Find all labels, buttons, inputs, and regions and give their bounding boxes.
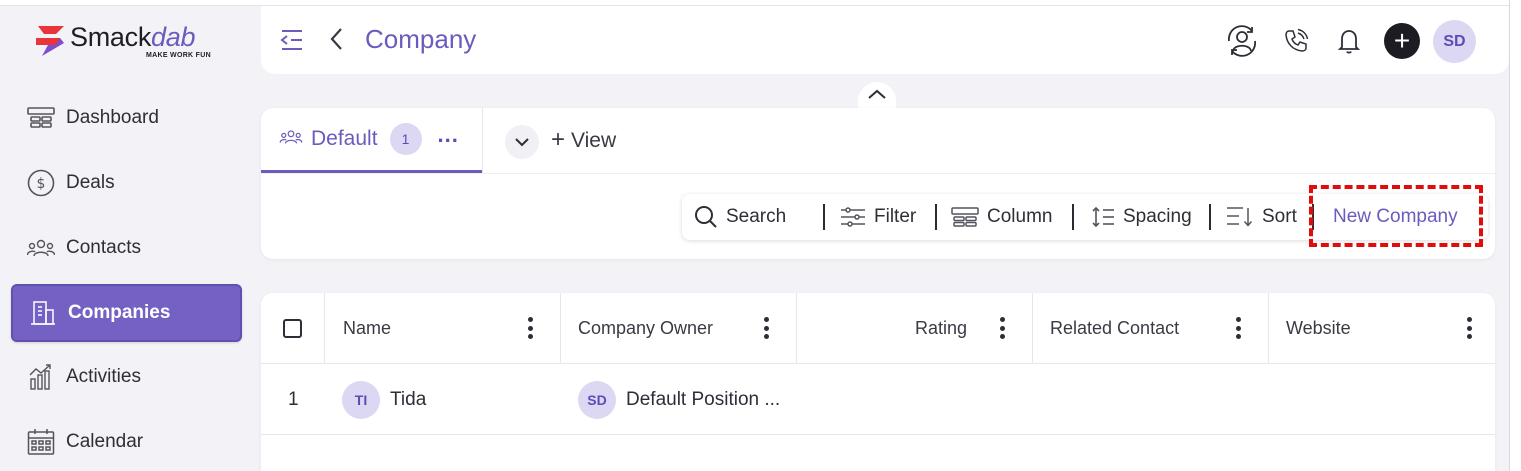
avatar: TI	[342, 380, 380, 419]
sidebar-item-contacts[interactable]: Contacts	[11, 219, 242, 277]
tab-default-view[interactable]: Default 1 ...	[261, 108, 482, 173]
dollar-icon: $	[26, 168, 56, 198]
chevron-down-icon[interactable]	[505, 125, 539, 159]
table-header-row: Name Company Owner Rating Related Contac…	[261, 293, 1495, 364]
column-header-related-contact[interactable]: Related Contact	[1033, 293, 1269, 364]
column-menu-icon[interactable]	[764, 317, 770, 339]
tab-bar-divider	[261, 173, 1495, 174]
sidebar-item-label: Companies	[68, 302, 171, 323]
table-row[interactable]: 1 TI Tida SD Default Position ...	[261, 364, 1495, 435]
brand-logo[interactable]: Smackdab MAKE WORK FUN	[34, 20, 234, 66]
column-menu-icon[interactable]	[1000, 317, 1006, 339]
tab-label: Default	[311, 127, 378, 150]
company-name-cell[interactable]: TI Tida	[342, 364, 426, 435]
table-toolbar: Search Filter Column Spacing Sort New Co…	[682, 185, 1488, 247]
activities-icon	[26, 362, 56, 392]
spacing-icon	[1091, 206, 1115, 228]
column-button[interactable]: Column	[951, 194, 1052, 240]
select-all-cell	[261, 293, 325, 364]
company-owner-cell[interactable]: SD Default Position ...	[578, 364, 780, 435]
contacts-icon	[26, 233, 56, 263]
svg-text:$: $	[37, 176, 46, 192]
window-right-edge	[1509, 0, 1521, 471]
column-menu-icon[interactable]	[1236, 317, 1242, 339]
toolbar-divider	[1072, 204, 1074, 230]
sort-icon	[1226, 206, 1254, 228]
toolbar-divider	[1209, 204, 1211, 230]
user-sync-icon[interactable]	[1224, 23, 1260, 59]
phone-icon[interactable]	[1278, 23, 1314, 59]
sidebar-item-label: Calendar	[66, 431, 144, 452]
avatar: SD	[578, 380, 616, 419]
back-icon[interactable]	[327, 25, 347, 53]
plus-icon: +	[551, 126, 566, 153]
collapse-menu-icon[interactable]	[279, 27, 305, 53]
people-icon	[279, 129, 303, 150]
sort-button[interactable]: Sort	[1226, 194, 1297, 240]
logo-wordmark: Smackdab	[70, 22, 196, 52]
column-header-rating[interactable]: Rating	[797, 293, 1033, 364]
logo-mark-icon	[36, 26, 64, 56]
row-index: 1	[288, 388, 299, 410]
sidebar-item-activities[interactable]: Activities	[11, 348, 242, 406]
top-header: Company + SD	[261, 6, 1509, 74]
sidebar-item-deals[interactable]: $ Deals	[11, 154, 242, 212]
page-title: Company	[365, 24, 477, 54]
column-icon	[951, 207, 979, 227]
search-button[interactable]: Search	[694, 194, 786, 240]
tab-count-badge: 1	[389, 123, 422, 155]
building-icon	[28, 298, 58, 328]
companies-table: Name Company Owner Rating Related Contac…	[261, 293, 1495, 471]
plus-icon[interactable]: +	[1384, 23, 1420, 59]
more-options-icon[interactable]: ...	[438, 124, 459, 146]
new-company-button[interactable]: New Company	[1333, 194, 1458, 240]
add-view-button[interactable]: + View	[551, 126, 616, 154]
sidebar-item-label: Deals	[66, 172, 115, 193]
search-icon	[694, 205, 718, 229]
column-header-website[interactable]: Website	[1269, 293, 1495, 364]
filter-icon	[840, 207, 866, 227]
toolbar-divider	[823, 204, 825, 230]
sidebar-item-label: Contacts	[66, 237, 141, 258]
sidebar-item-label: Activities	[66, 366, 141, 387]
calendar-icon	[26, 427, 56, 457]
sidebar-item-calendar[interactable]: Calendar	[11, 413, 242, 471]
bell-icon[interactable]	[1331, 23, 1367, 59]
column-menu-icon[interactable]	[1467, 317, 1473, 339]
sidebar: Smackdab MAKE WORK FUN Dashboard $ Deals…	[0, 6, 252, 471]
avatar[interactable]: SD	[1433, 20, 1476, 63]
tab-divider	[482, 108, 483, 173]
column-menu-icon[interactable]	[528, 317, 534, 339]
spacing-button[interactable]: Spacing	[1091, 194, 1192, 240]
column-header-name[interactable]: Name	[325, 293, 561, 364]
column-header-company-owner[interactable]: Company Owner	[561, 293, 797, 364]
dashboard-icon	[26, 103, 56, 133]
logo-tagline: MAKE WORK FUN	[146, 52, 211, 59]
sidebar-item-dashboard[interactable]: Dashboard	[11, 89, 242, 147]
filter-button[interactable]: Filter	[840, 194, 916, 240]
sidebar-item-companies[interactable]: Companies	[11, 284, 242, 342]
view-panel: Default 1 ... + View Search Filter Column	[261, 108, 1495, 259]
select-all-checkbox[interactable]	[283, 319, 302, 338]
toolbar-divider	[935, 204, 937, 230]
sidebar-item-label: Dashboard	[66, 107, 159, 128]
